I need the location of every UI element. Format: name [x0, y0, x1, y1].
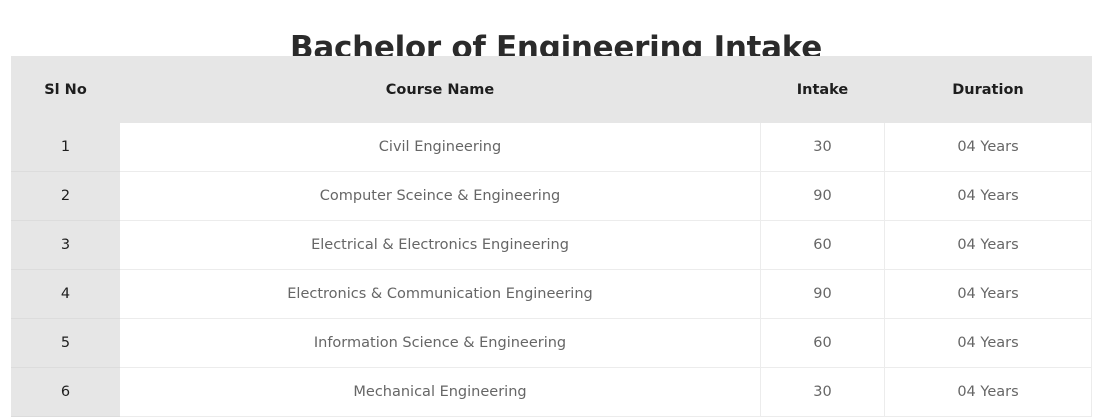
header-sl-no: Sl No: [11, 56, 120, 123]
cell-sl-no: 4: [11, 269, 120, 319]
cell-duration: 04 Years: [884, 367, 1092, 417]
intake-table: Sl No Course Name Intake Duration 1 Civi…: [11, 56, 1092, 417]
cell-intake: 90: [760, 171, 885, 221]
cell-course-name: Mechanical Engineering: [119, 367, 761, 417]
cell-intake: 30: [760, 367, 885, 417]
cell-duration: 04 Years: [884, 318, 1092, 368]
cell-intake: 30: [760, 122, 885, 172]
table-body: 1 Civil Engineering 30 04 Years 2 Comput…: [11, 122, 1092, 417]
cell-intake: 60: [760, 318, 885, 368]
cell-sl-no: 2: [11, 171, 120, 221]
table-row: 3 Electrical & Electronics Engineering 6…: [11, 220, 1092, 270]
header-intake: Intake: [760, 56, 885, 123]
cell-sl-no: 6: [11, 367, 120, 417]
cell-duration: 04 Years: [884, 220, 1092, 270]
cell-sl-no: 5: [11, 318, 120, 368]
header-course-name: Course Name: [119, 56, 761, 123]
table-row: 6 Mechanical Engineering 30 04 Years: [11, 367, 1092, 417]
header-duration: Duration: [884, 56, 1092, 123]
header-row: Sl No Course Name Intake Duration: [11, 56, 1092, 123]
cell-sl-no: 1: [11, 122, 120, 172]
cell-course-name: Computer Sceince & Engineering: [119, 171, 761, 221]
table-row: 5 Information Science & Engineering 60 0…: [11, 318, 1092, 368]
cell-duration: 04 Years: [884, 269, 1092, 319]
cell-duration: 04 Years: [884, 122, 1092, 172]
cell-course-name: Electronics & Communication Engineering: [119, 269, 761, 319]
cell-intake: 90: [760, 269, 885, 319]
table-row: 2 Computer Sceince & Engineering 90 04 Y…: [11, 171, 1092, 221]
table-row: 1 Civil Engineering 30 04 Years: [11, 122, 1092, 172]
table-row: 4 Electronics & Communication Engineerin…: [11, 269, 1092, 319]
cell-intake: 60: [760, 220, 885, 270]
table-header: Sl No Course Name Intake Duration: [11, 56, 1092, 123]
cell-course-name: Information Science & Engineering: [119, 318, 761, 368]
cell-course-name: Civil Engineering: [119, 122, 761, 172]
cell-course-name: Electrical & Electronics Engineering: [119, 220, 761, 270]
cell-duration: 04 Years: [884, 171, 1092, 221]
cell-sl-no: 3: [11, 220, 120, 270]
